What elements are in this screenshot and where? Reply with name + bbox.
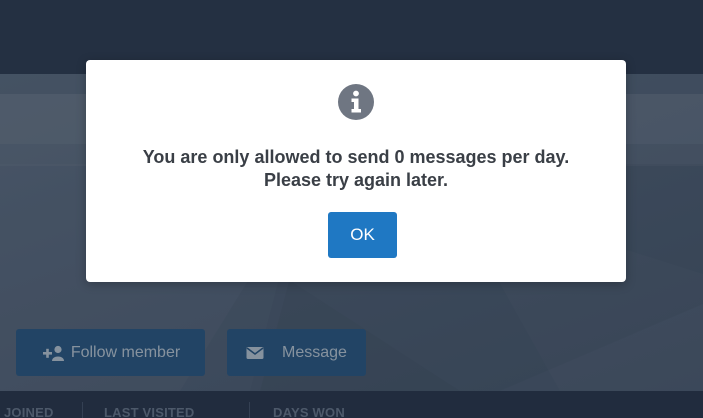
ok-button[interactable]: OK	[328, 212, 397, 258]
alert-dialog: You are only allowed to send 0 messages …	[86, 60, 626, 282]
dialog-message-line1: You are only allowed to send 0 messages …	[142, 147, 570, 167]
dialog-message: You are only allowed to send 0 messages …	[86, 146, 626, 192]
info-icon	[338, 84, 374, 120]
dialog-message-line2: Please try again later.	[263, 170, 449, 190]
